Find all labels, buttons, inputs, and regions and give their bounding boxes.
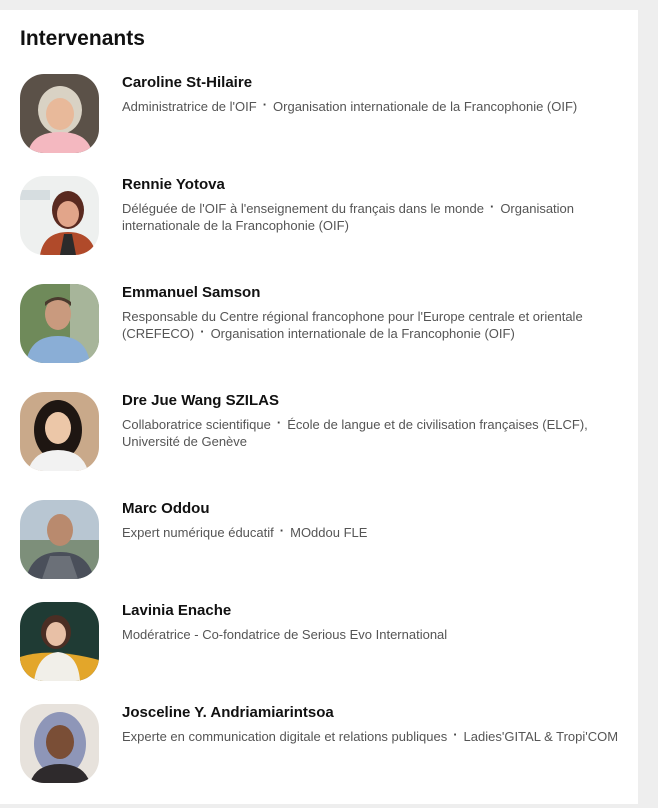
speaker-name: Marc Oddou xyxy=(122,500,210,517)
separator-dot: · xyxy=(200,324,205,339)
speaker-role: Collaboratrice scientifique xyxy=(122,417,271,432)
avatar-photo xyxy=(20,602,99,681)
speaker-description: Modératrice - Co-fondatrice de Serious E… xyxy=(122,626,632,643)
speaker-name: Rennie Yotova xyxy=(122,176,225,193)
speakers-card: Intervenants Caroline St-Hilaire Adminis… xyxy=(0,10,638,804)
speaker-role: Administratrice de l'OIF xyxy=(122,99,257,114)
section-title: Intervenants xyxy=(20,27,145,50)
speaker-name: Caroline St-Hilaire xyxy=(122,74,253,91)
speaker-org: MOddou FLE xyxy=(290,525,368,540)
speaker-role: Expert numérique éducatif xyxy=(122,525,274,540)
speaker-description: Expert numérique éducatif · MOddou FLE xyxy=(122,523,632,541)
speaker-description: Responsable du Centre régional francopho… xyxy=(122,308,632,342)
speaker-description: Collaboratrice scientifique · École de lan… xyxy=(122,415,632,450)
separator-dot: · xyxy=(489,199,495,214)
avatar[interactable] xyxy=(20,392,99,471)
speaker-name: Emmanuel Samson xyxy=(122,284,261,301)
speaker-role: Modératrice - Co-fondatrice de Serious E… xyxy=(122,627,448,642)
avatar[interactable] xyxy=(20,500,99,579)
speaker-name: Dre Jue Wang SZILAS xyxy=(122,392,279,409)
speaker-description: Experte en communication digitale et rel… xyxy=(122,727,632,745)
separator-dot: · xyxy=(453,727,458,742)
speaker-name: Josceline Y. Andriamiarintsoa xyxy=(122,704,334,721)
avatar[interactable] xyxy=(20,74,99,153)
avatar[interactable] xyxy=(20,602,99,681)
separator-dot: · xyxy=(279,523,285,538)
speaker-name: Lavinia Enache xyxy=(122,602,232,619)
avatar[interactable] xyxy=(20,284,99,363)
speaker-role: Déléguée de l'OIF à l'enseignement du fr… xyxy=(122,201,484,216)
speaker-description: Administratrice de l'OIF · Organisation in… xyxy=(122,97,632,115)
speaker-org: Ladies'GITAL & Tropi'COM xyxy=(463,729,619,744)
avatar-photo xyxy=(20,392,99,471)
avatar-photo xyxy=(20,704,99,783)
avatar-photo xyxy=(20,284,99,363)
avatar-photo xyxy=(20,176,99,255)
separator-dot: · xyxy=(276,415,282,430)
avatar-photo xyxy=(20,74,99,153)
avatar-photo xyxy=(20,500,99,579)
speaker-role: Experte en communication digitale et rel… xyxy=(122,729,448,744)
avatar[interactable] xyxy=(20,176,99,255)
speaker-description: Déléguée de l'OIF à l'enseignement du fr… xyxy=(122,199,632,234)
speaker-org: Organisation internationale de la Franco… xyxy=(210,326,515,341)
avatar[interactable] xyxy=(20,704,99,783)
speaker-org: Organisation internationale de la Franco… xyxy=(273,99,578,114)
separator-dot: · xyxy=(262,97,268,112)
